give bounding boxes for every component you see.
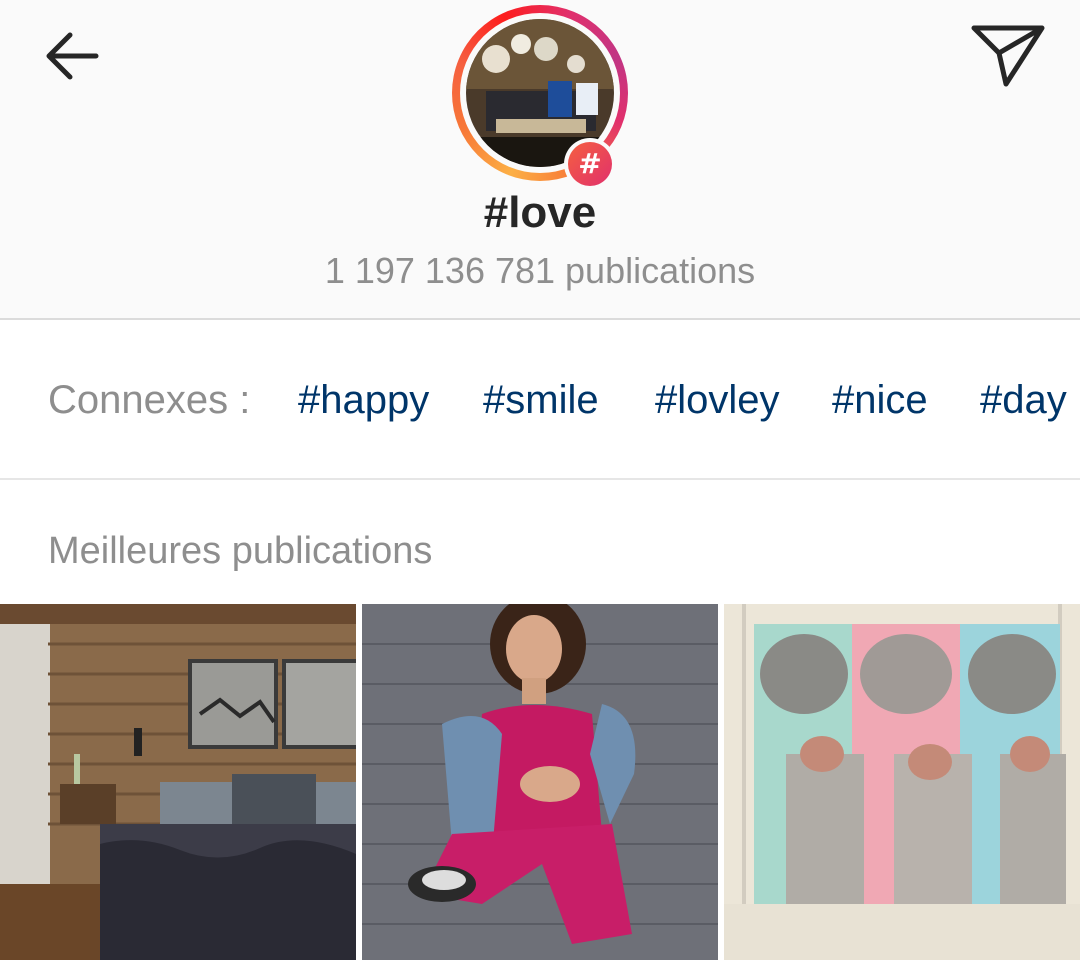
post-count: 1 197 136 781 publications: [324, 250, 756, 291]
post-image: [724, 604, 1080, 960]
post-image: [362, 604, 718, 960]
related-tag-smile[interactable]: #smile: [483, 378, 599, 423]
related-hashtags: Connexes : #happy #smile #lovley #nice #…: [0, 322, 1080, 480]
hashtag-header: # #love 1 197 136 781 publications: [0, 0, 1080, 320]
paper-plane-icon: [971, 25, 1045, 87]
related-tag-day[interactable]: #day: [980, 378, 1067, 423]
related-tag-nice[interactable]: #nice: [832, 378, 928, 423]
post-thumbnail[interactable]: [362, 604, 718, 960]
hashtag-badge: #: [564, 138, 616, 190]
related-label: Connexes :: [48, 378, 251, 422]
related-tag-lovley[interactable]: #lovley: [655, 378, 780, 423]
related-tag-happy[interactable]: #happy: [298, 378, 429, 423]
hashtag-icon: #: [568, 142, 612, 186]
back-arrow-icon: [46, 32, 99, 80]
back-button[interactable]: [38, 22, 106, 90]
post-thumbnail[interactable]: [0, 604, 356, 960]
hashtag-title: #love: [483, 188, 597, 237]
share-button[interactable]: [966, 18, 1050, 94]
post-image: [0, 604, 356, 960]
post-thumbnail[interactable]: [724, 604, 1080, 960]
section-title-top-posts: Meilleures publications: [48, 530, 433, 572]
